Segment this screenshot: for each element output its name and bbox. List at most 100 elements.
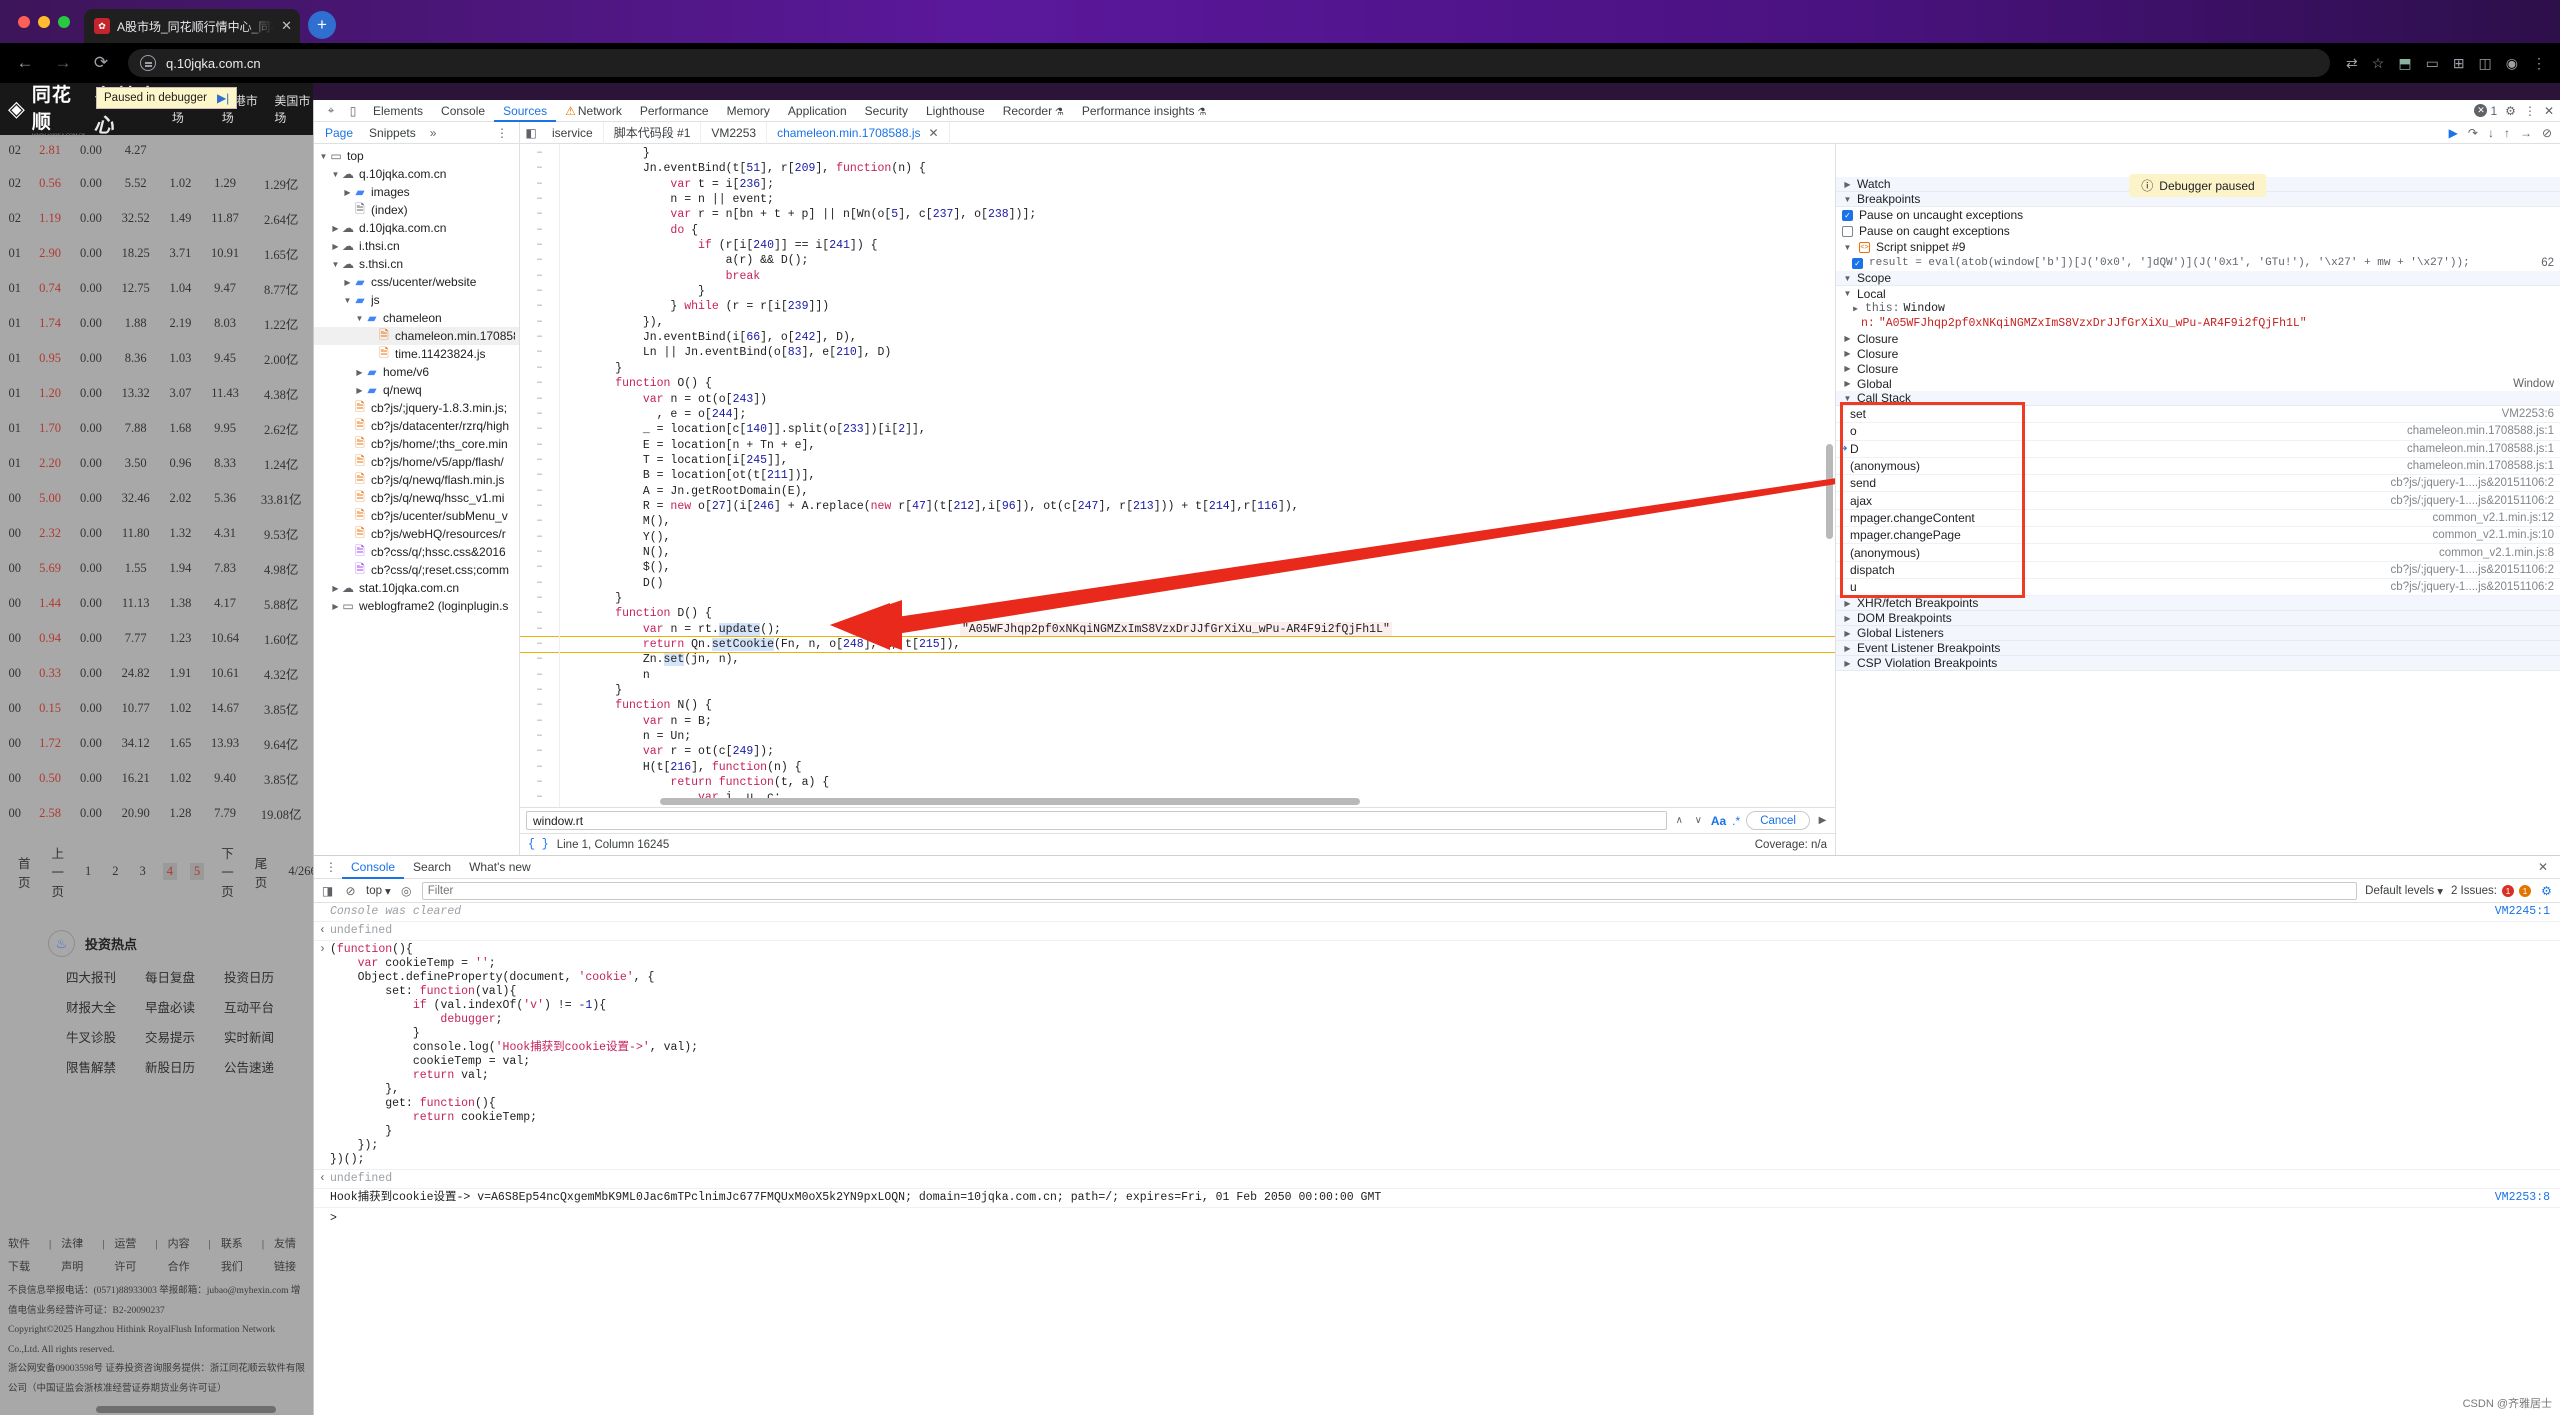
- promo-link[interactable]: 财报大全: [66, 997, 145, 1016]
- tab-network[interactable]: ⚠ Network: [556, 100, 631, 122]
- scope-this-row[interactable]: ▶ this: Window: [1836, 301, 2560, 316]
- call-stack-frame[interactable]: o chameleon.min.1708588.js:1: [1836, 423, 2560, 441]
- cast-icon[interactable]: ▭: [2426, 55, 2439, 72]
- match-case-toggle[interactable]: Aa: [1711, 814, 1726, 828]
- nav-tab-page[interactable]: Page: [318, 122, 360, 144]
- table-row[interactable]: 01 1.70 0.00 7.88 1.68 9.95 2.62亿: [0, 411, 313, 446]
- browser-tab[interactable]: ✿ A股市场_同花顺行情中心_同花 ✕: [84, 9, 300, 43]
- file-tree-item[interactable]: ▶ ☁ d.10jqka.com.cn: [314, 219, 519, 237]
- console-source-link[interactable]: VM2245:1: [2495, 905, 2550, 919]
- panel-toggle-icon[interactable]: ◧: [520, 124, 542, 142]
- clear-console-icon[interactable]: ⊘: [343, 884, 358, 898]
- nav-tabs-more-icon[interactable]: »: [425, 126, 442, 140]
- file-tree-item[interactable]: 🗎 time.11423824.js: [314, 345, 519, 363]
- tab-performance-insights[interactable]: Performance insights ⚗: [1073, 100, 1215, 122]
- promo-link[interactable]: 实时新闻: [224, 1027, 303, 1046]
- pager-page-3[interactable]: 3: [136, 863, 150, 880]
- resume-icon[interactable]: ▶: [2449, 126, 2458, 140]
- call-stack-frame[interactable]: (anonymous) chameleon.min.1708588.js:1: [1836, 458, 2560, 476]
- call-stack-frame[interactable]: mpager.changeContent common_v2.1.min.js:1…: [1836, 510, 2560, 528]
- file-tree-item[interactable]: ▶ ▰ css/ucenter/website: [314, 273, 519, 291]
- pager-page-5[interactable]: 5: [190, 863, 205, 880]
- table-row[interactable]: 01 1.20 0.00 13.32 3.07 11.43 4.38亿: [0, 376, 313, 411]
- log-levels-selector[interactable]: Default levels ▾: [2365, 884, 2443, 898]
- call-stack-frame[interactable]: ➜ Dchameleon.min.1708588.js:1: [1836, 441, 2560, 458]
- pager-next[interactable]: 下一页: [217, 842, 238, 901]
- close-icon[interactable]: ✕: [2544, 104, 2554, 118]
- promo-link[interactable]: 公告速递: [224, 1057, 303, 1076]
- editor-horizontal-scrollbar[interactable]: [660, 798, 1360, 805]
- menu-icon[interactable]: ⋮: [2532, 55, 2546, 72]
- file-tree-item[interactable]: 🗎 cb?js/webHQ/resources/r: [314, 525, 519, 543]
- site-info-icon[interactable]: [140, 55, 156, 71]
- console-prompt[interactable]: >: [314, 1208, 2560, 1228]
- table-row[interactable]: 00 5.00 0.00 32.46 2.02 5.36 33.81亿: [0, 481, 313, 516]
- section-dom-breakpoints[interactable]: ▶ DOM Breakpoints: [1836, 611, 2560, 627]
- promo-link[interactable]: 互动平台: [224, 997, 303, 1016]
- address-bar[interactable]: q.10jqka.com.cn: [128, 49, 2331, 77]
- table-row[interactable]: 01 0.74 0.00 12.75 1.04 9.47 8.77亿: [0, 271, 313, 306]
- file-tree-item[interactable]: ▼ ☁ q.10jqka.com.cn: [314, 165, 519, 183]
- snippet-group-row[interactable]: ▼ <> Script snippet #9: [1836, 239, 2560, 255]
- page-horizontal-scrollbar[interactable]: [96, 1406, 276, 1413]
- console-sidebar-icon[interactable]: ◨: [320, 884, 335, 898]
- resume-script-button[interactable]: ▶|: [217, 91, 229, 105]
- file-tree-item[interactable]: 🗎 cb?js/home/;ths_core.min: [314, 435, 519, 453]
- editor-tab[interactable]: VM2253: [701, 121, 768, 144]
- file-tree-item[interactable]: ▼ ▰ js: [314, 291, 519, 309]
- tab-security[interactable]: Security: [856, 100, 917, 122]
- pause-uncaught-row[interactable]: ✓ Pause on uncaught exceptions: [1836, 207, 2560, 223]
- error-count-badge[interactable]: ✕ 1: [2474, 104, 2497, 118]
- filter-input[interactable]: [421, 881, 2358, 900]
- sidepanel-icon[interactable]: ◫: [2479, 55, 2492, 72]
- translate-icon[interactable]: ⇄: [2346, 55, 2358, 72]
- reload-icon[interactable]: ⟳: [90, 53, 112, 73]
- call-stack-frame[interactable]: dispatch cb?js/;jquery-1....js&20151106:2: [1836, 562, 2560, 579]
- pager-first[interactable]: 首页: [14, 852, 35, 892]
- footer-link[interactable]: 内容合作: [168, 1233, 199, 1278]
- editor-tab[interactable]: chameleon.min.1708588.js ✕: [767, 121, 950, 144]
- console-source-link[interactable]: VM2253:8: [2495, 1191, 2550, 1205]
- table-row[interactable]: 00 1.44 0.00 11.13 1.38 4.17 5.88亿: [0, 586, 313, 621]
- pretty-print-icon[interactable]: { }: [528, 838, 549, 851]
- editor-tab[interactable]: 脚本代码段 #1: [604, 121, 702, 144]
- star-icon[interactable]: ☆: [2372, 55, 2385, 72]
- scope-closure-1[interactable]: ▶ Closure: [1836, 331, 2560, 346]
- device-toolbar-icon[interactable]: ▯: [342, 102, 364, 120]
- file-tree-item[interactable]: ▶ ▰ images: [314, 183, 519, 201]
- table-row[interactable]: 01 2.90 0.00 18.25 3.71 10.91 1.65亿: [0, 236, 313, 271]
- promo-link[interactable]: 牛叉诊股: [66, 1027, 145, 1046]
- issues-badge[interactable]: 2 Issues: 1 1: [2451, 884, 2531, 897]
- file-tree-item[interactable]: ▶ ▰ home/v6: [314, 363, 519, 381]
- cancel-button[interactable]: Cancel: [1746, 811, 1810, 830]
- regex-toggle[interactable]: .*: [1732, 814, 1740, 828]
- call-stack-frame[interactable]: send cb?js/;jquery-1....js&20151106:2: [1836, 475, 2560, 493]
- chevron-right-icon[interactable]: ▶: [1816, 815, 1829, 826]
- file-tree-item[interactable]: 🗎 cb?css/q/;hssc.css&2016: [314, 543, 519, 561]
- call-stack-frame[interactable]: ajax cb?js/;jquery-1....js&20151106:2: [1836, 492, 2560, 510]
- nav-us-market[interactable]: 美国市场: [274, 92, 313, 126]
- file-tree-item[interactable]: 🗎 cb?js/;jquery-1.8.3.min.js;: [314, 399, 519, 417]
- scope-n-row[interactable]: n: "A05WFJhqp2pf0xNKqiNGMZxImS8VzxDrJJfG…: [1836, 316, 2560, 331]
- promo-link[interactable]: 每日复盘: [145, 967, 224, 986]
- execution-context-selector[interactable]: top ▾: [366, 884, 391, 898]
- file-tree-item[interactable]: 🗎 cb?js/q/newq/hssc_v1.mi: [314, 489, 519, 507]
- file-tree-item[interactable]: 🗎 (index): [314, 201, 519, 219]
- pager-page-1[interactable]: 1: [81, 863, 95, 880]
- promo-link[interactable]: 限售解禁: [66, 1057, 145, 1076]
- footer-link[interactable]: 法律声明: [61, 1233, 92, 1278]
- code-content[interactable]: } Jn.eventBind(t[51], r[209], function(n…: [560, 144, 1835, 807]
- table-row[interactable]: 01 0.95 0.00 8.36 1.03 9.45 2.00亿: [0, 341, 313, 376]
- tab-elements[interactable]: Elements: [364, 100, 432, 122]
- close-icon[interactable]: ✕: [929, 126, 939, 140]
- table-row[interactable]: 00 0.15 0.00 10.77 1.02 14.67 3.85亿: [0, 691, 313, 726]
- file-tree-item[interactable]: ▶ ▭ weblogframe2 (loginplugin.s: [314, 597, 519, 615]
- step-out-icon[interactable]: ↑: [2504, 126, 2510, 140]
- file-tree-item[interactable]: ▶ ▰ q/newq: [314, 381, 519, 399]
- file-tree-item[interactable]: 🗎 cb?css/q/;reset.css;comm: [314, 561, 519, 579]
- pager-prev[interactable]: 上一页: [48, 842, 69, 901]
- step-icon[interactable]: →: [2520, 126, 2532, 140]
- pause-caught-checkbox[interactable]: [1842, 225, 1853, 237]
- section-event-listener-breakpoints[interactable]: ▶ Event Listener Breakpoints: [1836, 641, 2560, 657]
- tab-console[interactable]: Console: [342, 856, 404, 879]
